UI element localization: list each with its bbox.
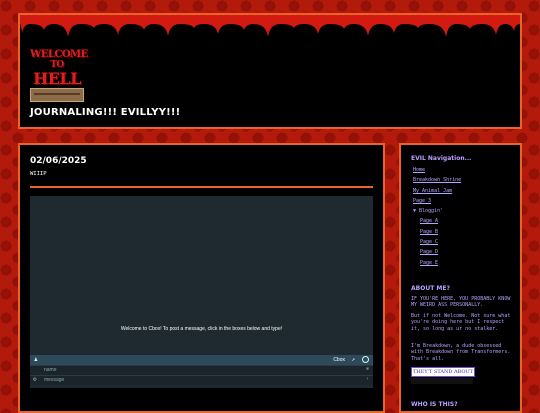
about-paragraph-1: IF YOU'RE HERE, YOU PROBABLY KNOW MY WEI… <box>411 296 511 309</box>
name-placeholder: name <box>44 367 57 373</box>
nav-item-page-a[interactable]: Page A <box>413 218 461 228</box>
external-link-icon[interactable]: ↗ <box>351 356 355 363</box>
site-title: JOURNALING!!! EVILLYY!!! <box>30 107 181 118</box>
send-icon[interactable]: › <box>366 376 369 382</box>
message-placeholder: message <box>44 377 65 383</box>
cbox-name-field[interactable]: name ⊗ <box>30 365 373 375</box>
nav-item-animal-jam[interactable]: My Animal Jam <box>413 188 461 198</box>
nav-title: EVIL Navigation... <box>411 155 472 162</box>
site-logo[interactable]: WELCOME TO HELL <box>30 49 88 105</box>
main-content-panel: 02/06/2025 WIIIP Welcome to Cbox! To pos… <box>18 143 385 413</box>
post-date: 02/06/2025 <box>30 156 87 166</box>
nav-item-home[interactable]: Home <box>413 167 461 177</box>
nav-item-page-c[interactable]: Page C <box>413 239 461 249</box>
nav-group-bloggin[interactable]: ▼ Bloggin' <box>413 208 461 218</box>
about-paragraph-3: I'm Breakdown, a dude obsessed with Brea… <box>411 343 511 362</box>
post-body: WIIIP <box>30 171 47 177</box>
logo-sign-image <box>30 88 84 102</box>
gear-icon[interactable]: ⚙ <box>33 376 37 383</box>
nav-item-page-d[interactable]: Page D <box>413 249 461 259</box>
nav-item-page-e[interactable]: Page E <box>413 260 461 270</box>
nav-list: Home Breakdown Shrine My Animal Jam Page… <box>413 167 461 270</box>
logo-line-1: WELCOME <box>30 49 88 60</box>
cbox-label[interactable]: Cbox <box>333 357 345 363</box>
user-icon[interactable]: ♟ <box>34 356 38 363</box>
blood-drips <box>20 15 520 37</box>
cbox-message-field[interactable]: ⚙ message › <box>30 375 373 385</box>
clear-icon[interactable]: ⊗ <box>366 366 369 372</box>
about-paragraph-2: But if not Welcome. Not sure what you're… <box>411 313 511 332</box>
nav-item-page-3[interactable]: Page 3 <box>413 198 461 208</box>
cbox-welcome-message: Welcome to Cbox! To post a message, clic… <box>120 326 283 332</box>
stamp-banner[interactable]: THEY'T STAND ABOUT <box>411 367 475 377</box>
cbox-toolbar: ♟ Cbox ↗ <box>30 355 373 365</box>
about-title: ABOUT ME? <box>411 285 450 292</box>
info-icon[interactable] <box>362 356 369 363</box>
nav-item-page-b[interactable]: Page B <box>413 229 461 239</box>
stamp-banner-2[interactable] <box>411 378 473 384</box>
header-panel: WELCOME TO HELL JOURNALING!!! EVILLYY!!! <box>18 13 522 129</box>
logo-line-3: HELL <box>33 69 81 88</box>
post-divider <box>30 186 373 188</box>
nav-item-breakdown-shrine[interactable]: Breakdown Shrine <box>413 177 461 187</box>
sidebar-panel: EVIL Navigation... Home Breakdown Shrine… <box>399 143 522 413</box>
cbox-widget[interactable]: Welcome to Cbox! To post a message, clic… <box>30 196 373 388</box>
